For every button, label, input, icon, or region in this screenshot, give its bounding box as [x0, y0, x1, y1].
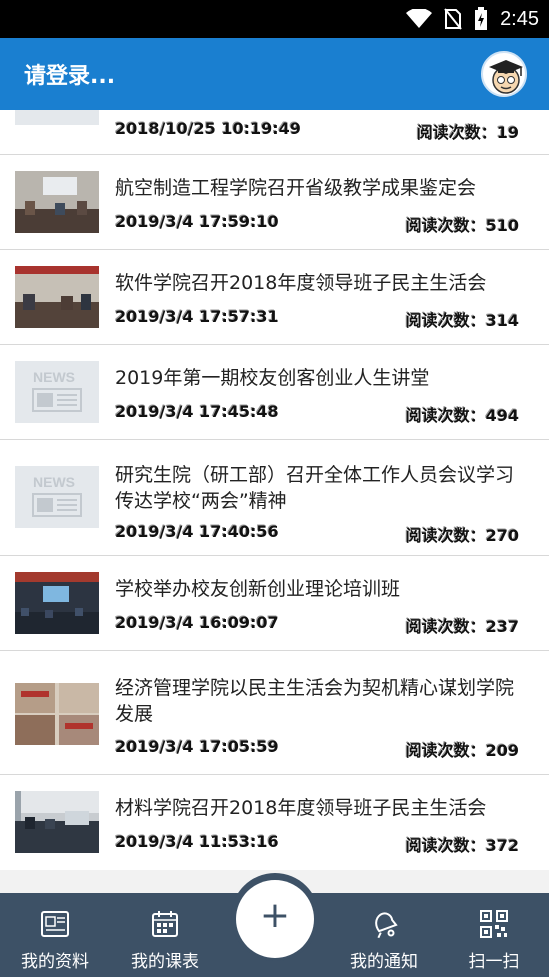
news-date: 2019/3/4 17:45:48: [115, 402, 279, 421]
news-date: 2018/10/25 10:19:49: [115, 119, 301, 138]
plus-icon: +: [259, 895, 291, 936]
status-bar: 2:45: [0, 0, 549, 38]
news-thumbnail: [15, 683, 99, 745]
news-placeholder-text: NEWS: [33, 369, 75, 385]
news-item[interactable]: 材料学院召开2018年度领导班子民主生活会 2019/3/4 11:53:16 …: [0, 775, 549, 870]
calendar-icon: [152, 911, 178, 937]
news-item[interactable]: NEWS 2019年第一期校友创客创业人生讲堂 2019/3/4 17:45:4…: [0, 345, 549, 440]
news-date: 2019/3/4 17:05:59: [115, 737, 279, 756]
login-prompt[interactable]: 请登录...: [24, 58, 115, 90]
news-item[interactable]: 软件学院召开2018年度领导班子民主生活会 2019/3/4 17:57:31 …: [0, 250, 549, 345]
no-sim-icon: [444, 8, 462, 30]
news-read-count: 阅读次数：314: [405, 311, 519, 330]
news-title: 2019年第一期校友创客创业人生讲堂: [115, 367, 430, 389]
profile-card-icon: [41, 911, 69, 937]
news-title: 学校举办校友创新创业理论培训班: [115, 578, 401, 600]
news-date: 2019/3/4 17:57:31: [115, 307, 279, 326]
news-thumbnail: [15, 110, 99, 125]
news-placeholder-thumbnail: NEWS: [15, 466, 99, 528]
news-read-count: 阅读次数：237: [405, 617, 519, 636]
status-icons: 2:45: [406, 0, 539, 38]
graduate-avatar-icon: [489, 60, 523, 94]
tab-scan[interactable]: 扫一扫: [439, 893, 549, 977]
news-read-count: 阅读次数：209: [405, 741, 519, 760]
news-item[interactable]: 学校举办校友创新创业理论培训班 2019/3/4 16:09:07 阅读次数：2…: [0, 556, 549, 651]
news-thumbnail: [15, 791, 99, 853]
news-read-count: 阅读次数：19: [416, 123, 519, 142]
bell-icon: [375, 912, 398, 939]
tab-notice-label: 我的通知: [350, 952, 418, 972]
news-read-count: 阅读次数：270: [405, 526, 519, 545]
wifi-icon: [406, 9, 433, 28]
news-read-count: 阅读次数：510: [405, 216, 519, 235]
tab-notice[interactable]: 我的通知: [329, 893, 439, 977]
news-title: 研究生院（研工部）召开全体工作人员会议学习传达学校“两会”精神: [115, 464, 515, 512]
tab-scan-label: 扫一扫: [468, 952, 520, 972]
add-button[interactable]: +: [236, 880, 314, 958]
news-list[interactable]: 2018/10/25 10:19:49 阅读次数：19 航空制造工程学院召开省级…: [0, 110, 549, 870]
news-item[interactable]: 航空制造工程学院召开省级教学成果鉴定会 2019/3/4 17:59:10 阅读…: [0, 155, 549, 250]
news-date: 2019/3/4 17:40:56: [115, 522, 279, 541]
qr-code-icon: [480, 910, 508, 938]
news-title: 航空制造工程学院召开省级教学成果鉴定会: [115, 177, 477, 199]
news-read-count: 阅读次数：372: [405, 836, 519, 855]
news-read-count: 阅读次数：494: [405, 406, 519, 425]
news-thumbnail: [15, 572, 99, 634]
news-title: 经济管理学院以民主生活会为契机精心谋划学院发展: [115, 677, 515, 725]
clock: 2:45: [500, 7, 539, 30]
news-date: 2019/3/4 11:53:16: [115, 832, 279, 851]
news-item[interactable]: 2018/10/25 10:19:49 阅读次数：19: [0, 110, 549, 155]
news-thumbnail: [15, 171, 99, 233]
news-date: 2019/3/4 17:59:10: [115, 212, 279, 231]
battery-charging-icon: [475, 7, 488, 30]
news-placeholder-text: NEWS: [33, 474, 75, 490]
avatar[interactable]: [481, 51, 527, 97]
tab-profile[interactable]: 我的资料: [0, 893, 110, 977]
news-item[interactable]: 经济管理学院以民主生活会为契机精心谋划学院发展 2019/3/4 17:05:5…: [0, 651, 549, 775]
app-bar: 请登录...: [0, 38, 549, 110]
news-thumbnail: [15, 266, 99, 328]
tab-profile-label: 我的资料: [21, 952, 89, 972]
news-placeholder-thumbnail: NEWS: [15, 361, 99, 423]
tab-schedule[interactable]: 我的课表: [110, 893, 220, 977]
tab-schedule-label: 我的课表: [131, 952, 199, 972]
news-title: 软件学院召开2018年度领导班子民主生活会: [115, 272, 487, 294]
news-item[interactable]: NEWS 研究生院（研工部）召开全体工作人员会议学习传达学校“两会”精神 201…: [0, 440, 549, 556]
news-title: 材料学院召开2018年度领导班子民主生活会: [115, 797, 487, 819]
news-date: 2019/3/4 16:09:07: [115, 613, 279, 632]
